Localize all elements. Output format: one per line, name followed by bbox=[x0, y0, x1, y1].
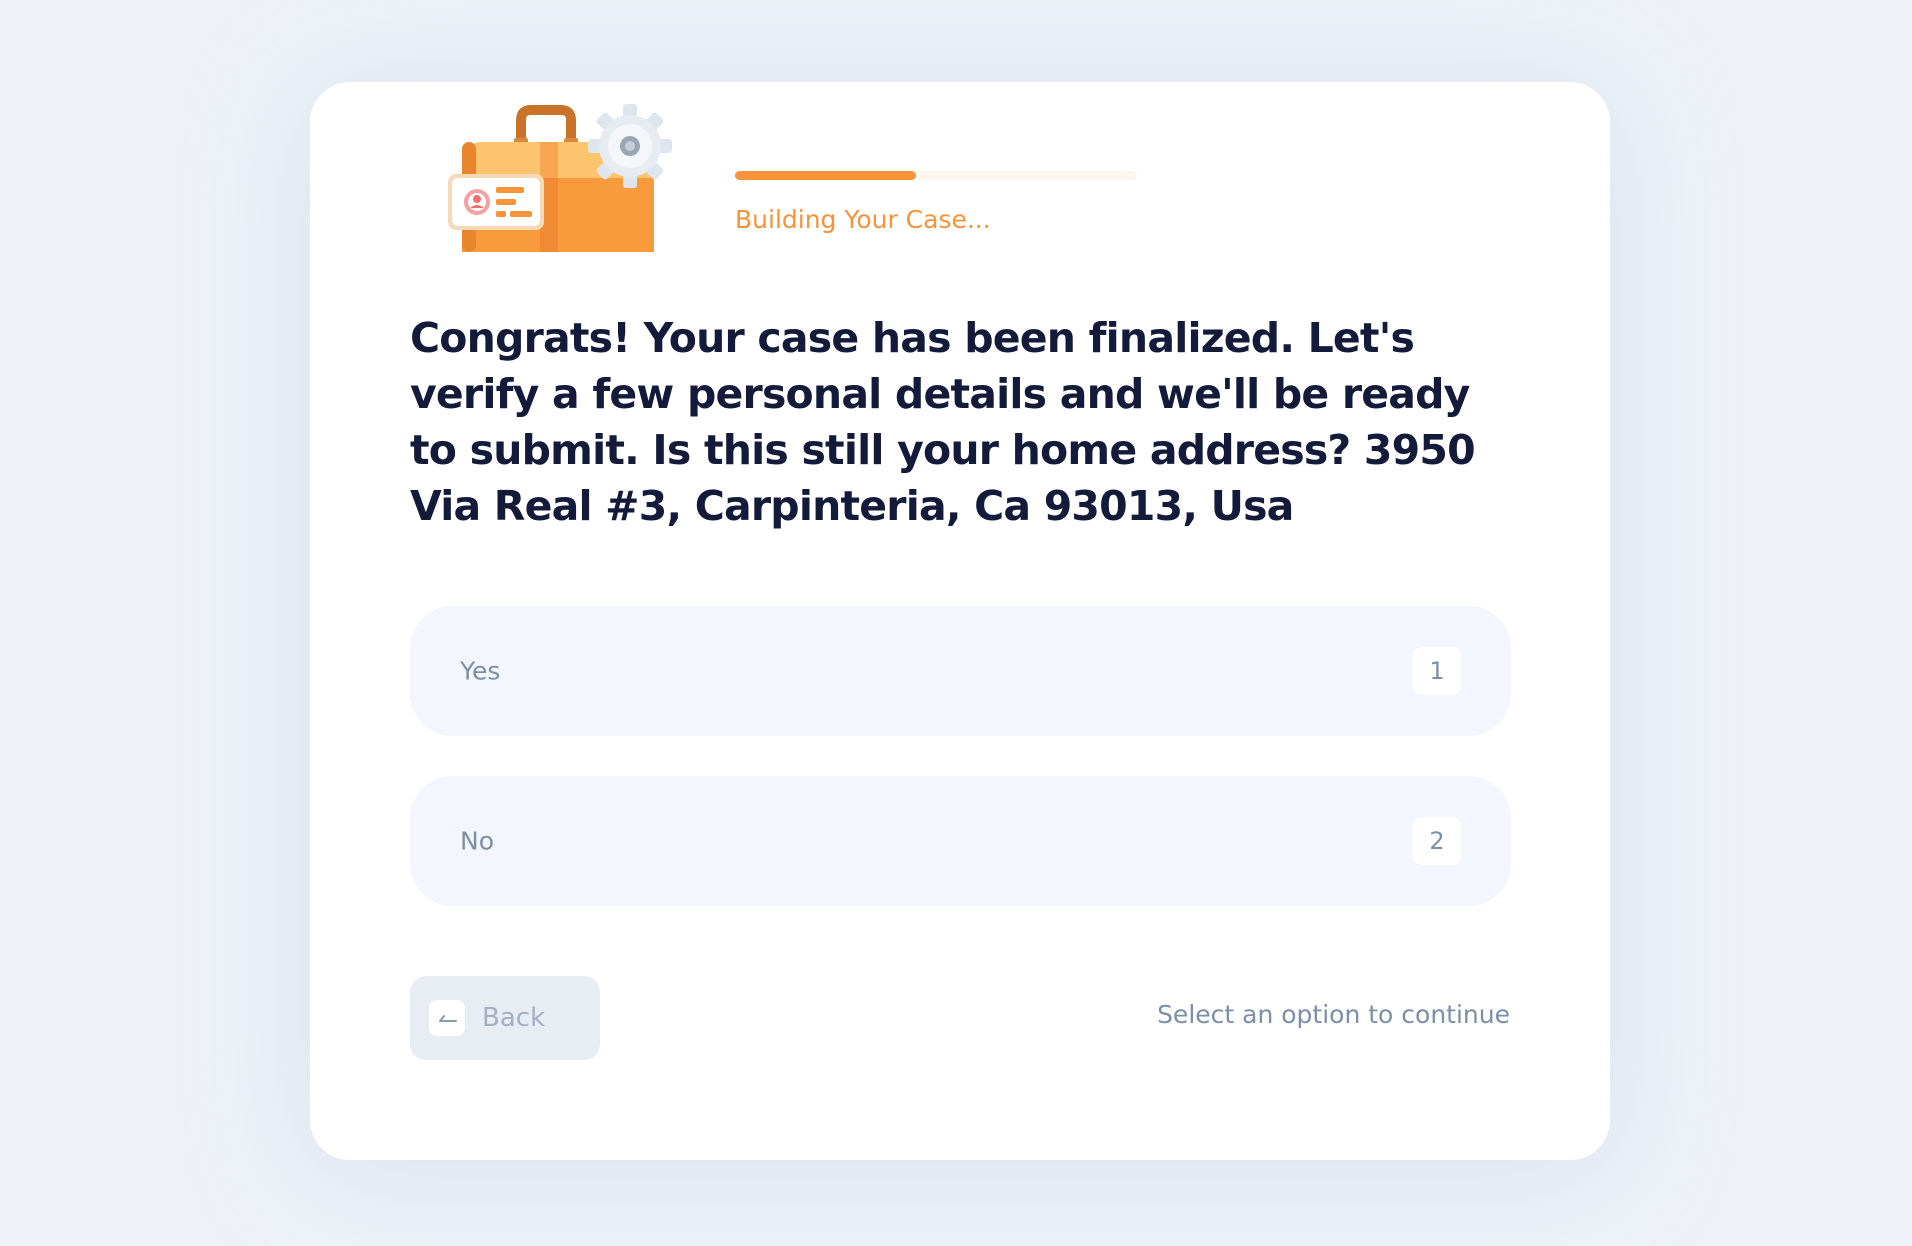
option-shortcut-key: 2 bbox=[1413, 817, 1461, 865]
option-yes-button[interactable]: Yes 1 bbox=[410, 606, 1511, 736]
option-shortcut-key: 1 bbox=[1413, 647, 1461, 695]
option-label: No bbox=[460, 826, 494, 856]
progress-bar-fill bbox=[735, 171, 916, 180]
option-no-button[interactable]: No 2 bbox=[410, 776, 1511, 906]
form-card: Building Your Case... Congrats! Your cas… bbox=[310, 82, 1610, 1160]
arrow-left-icon bbox=[429, 1000, 465, 1036]
continue-hint: Select an option to continue bbox=[1157, 1000, 1510, 1029]
briefcase-gear-icon bbox=[446, 98, 696, 268]
progress-bar bbox=[735, 171, 1137, 180]
option-label: Yes bbox=[460, 656, 501, 686]
question-text: Congrats! Your case has been finalized. … bbox=[410, 314, 1476, 530]
back-button[interactable]: Back bbox=[410, 976, 600, 1060]
back-button-label: Back bbox=[482, 1003, 546, 1033]
progress-label: Building Your Case... bbox=[735, 205, 991, 234]
